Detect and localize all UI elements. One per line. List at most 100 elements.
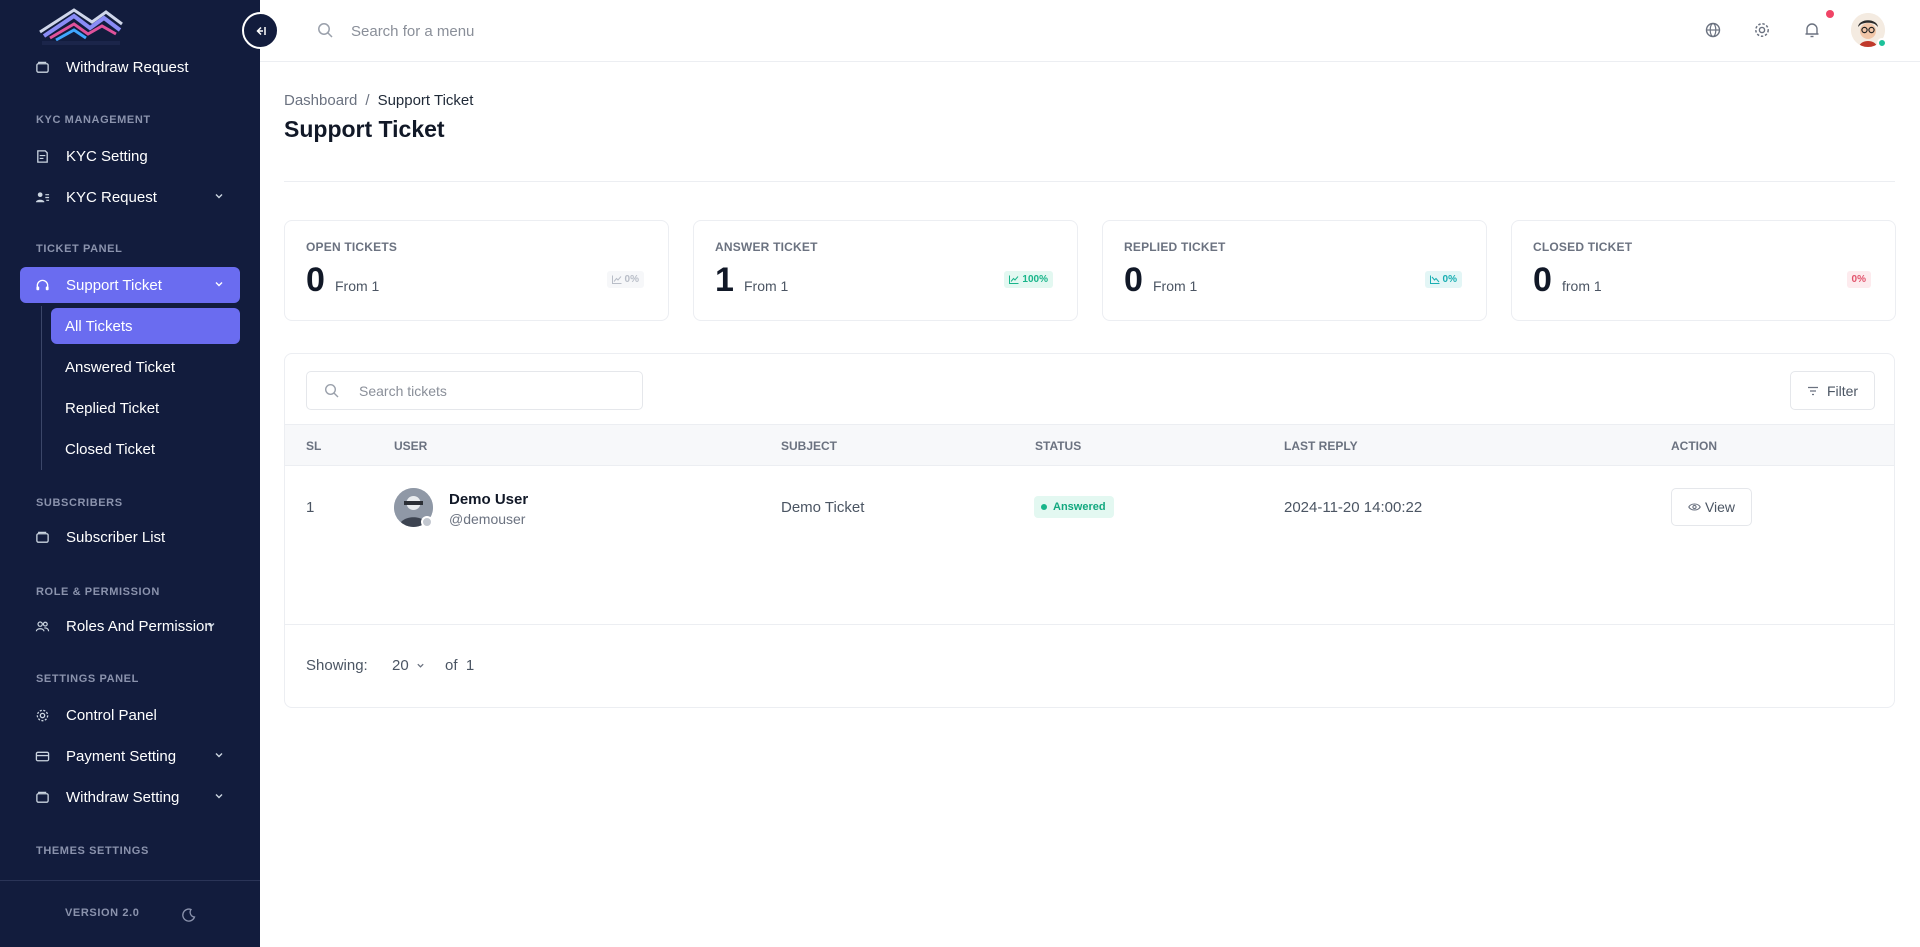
- version-label: VERSION 2.0: [65, 907, 140, 919]
- divider: [284, 181, 1895, 182]
- stat-percent: 0%: [1442, 274, 1457, 285]
- house-logo[interactable]: [34, 2, 126, 48]
- settings-icon[interactable]: [1753, 21, 1771, 39]
- stat-value: 1: [715, 261, 734, 299]
- sidebar-item-kyc-setting[interactable]: KYC Setting: [20, 138, 240, 174]
- row-last-reply: 2024-11-20 14:00:22: [1284, 499, 1423, 516]
- moon-icon[interactable]: [181, 907, 197, 923]
- chevron-down-icon: [214, 279, 224, 289]
- chevron-down-icon: [416, 661, 425, 670]
- stat-percent-badge: 0%: [1424, 271, 1462, 288]
- section-themes-settings: THEMES SETTINGS: [36, 845, 149, 857]
- stat-from: From 1: [335, 278, 380, 294]
- sidebar-item-subscriber-list[interactable]: Subscriber List: [20, 519, 240, 555]
- topbar: [260, 0, 1920, 62]
- total-value: 1: [465, 657, 475, 674]
- chevron-down-icon: [214, 750, 224, 760]
- trend-down-icon: [1429, 275, 1440, 284]
- stat-from: from 1: [1562, 278, 1602, 294]
- online-status-dot: [1877, 38, 1887, 48]
- stat-value: 0: [306, 261, 325, 299]
- divider: [285, 624, 1894, 625]
- filter-button[interactable]: Filter: [1790, 371, 1875, 410]
- submenu-item-answered-ticket[interactable]: Answered Ticket: [51, 349, 240, 385]
- submenu-item-replied-ticket[interactable]: Replied Ticket: [51, 390, 240, 426]
- sidebar-item-control-panel[interactable]: Control Panel: [20, 697, 240, 733]
- sidebar-item-withdraw-setting[interactable]: Withdraw Setting: [20, 779, 240, 815]
- sidebar-item-label: Roles And Permission: [66, 617, 213, 635]
- chevron-down-icon: [214, 191, 224, 201]
- stat-percent: 0%: [1851, 274, 1866, 285]
- ticket-search-input[interactable]: [359, 381, 629, 401]
- sidebar-item-label: KYC Setting: [66, 147, 148, 165]
- stat-value: 0: [1124, 261, 1143, 299]
- trend-icon: [611, 275, 622, 284]
- stat-card-closed-ticket: CLOSED TICKET 0 from 1 0%: [1511, 220, 1896, 321]
- row-sl: 1: [306, 499, 315, 516]
- stat-percent-badge: 0%: [606, 271, 644, 288]
- globe-icon[interactable]: [1704, 21, 1722, 39]
- user-list-icon: [34, 189, 50, 205]
- of-label: of: [445, 657, 458, 674]
- column-header-last-reply: LAST REPLY: [1284, 439, 1358, 453]
- collapse-sidebar-button[interactable]: [242, 12, 279, 49]
- status-badge: Answered: [1034, 496, 1114, 518]
- document-icon: [34, 148, 50, 164]
- chevron-down-icon: [214, 791, 224, 801]
- collapse-arrow-icon: [254, 24, 268, 38]
- stat-percent: 100%: [1022, 274, 1048, 285]
- total-pages: of 1: [445, 657, 474, 674]
- wallet-icon: [34, 529, 50, 545]
- column-header-subject: SUBJECT: [781, 439, 838, 453]
- stat-card-replied-ticket: REPLIED TICKET 0 From 1 0%: [1102, 220, 1487, 321]
- column-header-status: STATUS: [1035, 439, 1082, 453]
- breadcrumb-home-link[interactable]: Dashboard: [284, 92, 357, 109]
- stat-percent-badge: 0%: [1846, 271, 1871, 288]
- sidebar-item-support-ticket[interactable]: Support Ticket: [20, 267, 240, 303]
- sidebar-item-roles-and-permission[interactable]: Roles And Permission: [20, 608, 240, 644]
- menu-search-input[interactable]: [351, 18, 751, 44]
- section-kyc-management: KYC MANAGEMENT: [36, 114, 151, 126]
- stat-label: REPLIED TICKET: [1124, 240, 1226, 254]
- per-page-select[interactable]: 20: [392, 651, 425, 679]
- sidebar-item-label: Payment Setting: [66, 747, 177, 765]
- sidebar-item-kyc-request[interactable]: KYC Request: [20, 179, 240, 215]
- column-header-sl: SL: [306, 439, 322, 453]
- bell-icon[interactable]: [1803, 21, 1821, 39]
- sidebar-item-label: Subscriber List: [66, 528, 166, 546]
- search-icon: [324, 383, 340, 399]
- gear-icon: [34, 707, 50, 723]
- sidebar-item-label: Withdraw Request: [66, 58, 189, 76]
- breadcrumb-separator: /: [365, 92, 370, 109]
- card-icon: [34, 748, 50, 764]
- user-name: Demo User: [449, 491, 529, 508]
- ticket-search-box: [306, 371, 643, 410]
- users-icon: [34, 618, 50, 634]
- section-ticket-panel: TICKET PANEL: [36, 243, 123, 255]
- view-button[interactable]: View: [1671, 488, 1752, 526]
- sidebar-footer: VERSION 2.0: [0, 880, 260, 947]
- table-row: 1 Demo User @demouser Demo Ticket Answer…: [285, 466, 1894, 548]
- search-icon: [317, 22, 334, 39]
- submenu-item-all-tickets[interactable]: All Tickets: [51, 308, 240, 344]
- section-subscribers: SUBSCRIBERS: [36, 497, 123, 509]
- filter-icon: [1807, 386, 1819, 396]
- user-handle: @demouser: [449, 511, 526, 527]
- sidebar-item-payment-setting[interactable]: Payment Setting: [20, 738, 240, 774]
- sidebar-item-label: Control Panel: [66, 706, 157, 724]
- tickets-table-card: Filter SL USER SUBJECT STATUS LAST REPLY…: [284, 353, 1895, 708]
- status-text: Answered: [1053, 501, 1106, 513]
- row-subject: Demo Ticket: [781, 499, 865, 516]
- stat-from: From 1: [1153, 278, 1198, 294]
- showing-label: Showing:: [306, 657, 368, 674]
- sidebar-item-withdraw-request[interactable]: Withdraw Request: [20, 49, 240, 85]
- sidebar-item-label: Support Ticket: [66, 276, 162, 294]
- section-role-permission: ROLE & PERMISSION: [36, 586, 160, 598]
- submenu-item-closed-ticket[interactable]: Closed Ticket: [51, 431, 240, 467]
- user-status-dot: [421, 516, 433, 528]
- table-header: SL USER SUBJECT STATUS LAST REPLY ACTION: [285, 424, 1894, 466]
- sidebar: Withdraw Request KYC MANAGEMENT KYC Sett…: [0, 0, 260, 947]
- stat-percent: 0%: [624, 274, 639, 285]
- stat-card-open-tickets: OPEN TICKETS 0 From 1 0%: [284, 220, 669, 321]
- stat-label: ANSWER TICKET: [715, 240, 818, 254]
